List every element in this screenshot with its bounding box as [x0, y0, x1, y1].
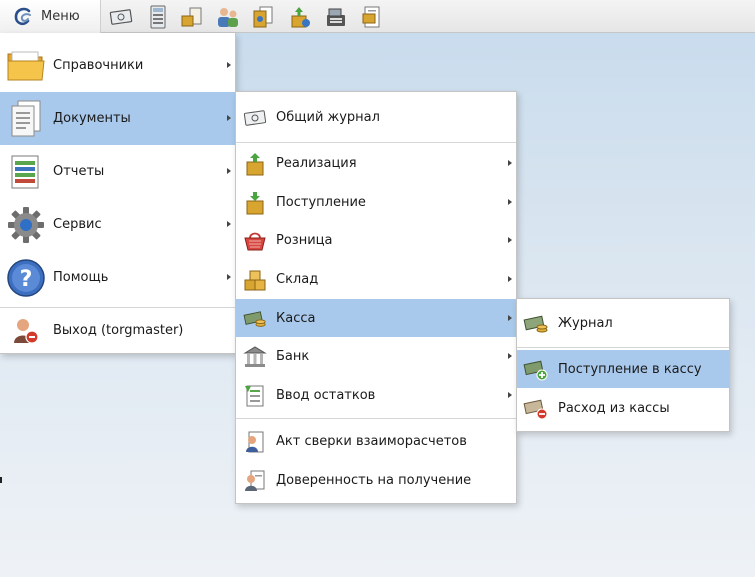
main-menu-panel: Справочники Документы Отчеты Сервис ? По…: [0, 33, 236, 354]
menu-item-label: Расход из кассы: [558, 400, 670, 416]
menu-item-cash-in[interactable]: Поступление в кассу: [517, 350, 729, 388]
submenu-arrow-icon: [227, 115, 231, 121]
power-of-attorney-icon: [243, 469, 267, 493]
receipt-box-icon: [243, 191, 267, 215]
menu-item-label: Помощь: [53, 270, 109, 285]
cash-submenu-panel: Журнал Поступление в кассу Расход из кас…: [516, 298, 730, 432]
menu-item-label: Реализация: [276, 155, 357, 171]
report-icon[interactable]: [359, 4, 385, 30]
basket-icon: [243, 229, 267, 253]
menu-item-documents[interactable]: Документы: [0, 92, 235, 145]
folder-icon: [5, 45, 47, 87]
submenu-arrow-icon: [508, 237, 512, 243]
menu-item-retail[interactable]: Розница: [236, 221, 516, 259]
menu-item-label: Склад: [276, 271, 319, 287]
menu-item-logout[interactable]: Выход (torgmaster): [0, 304, 235, 357]
menu-item-label: Отчеты: [53, 164, 105, 179]
menu-item-label: Справочники: [53, 58, 144, 73]
svg-text:?: ?: [20, 267, 33, 292]
submenu-arrow-icon: [508, 353, 512, 359]
goods-receipt-icon[interactable]: [179, 4, 205, 30]
menu-item-label: Общий журнал: [276, 109, 380, 125]
menu-item-label: Ввод остатков: [276, 387, 376, 403]
balance-input-icon: [243, 384, 267, 408]
logout-icon: [5, 310, 47, 352]
menu-item-power-of-attorney[interactable]: Доверенность на получение: [236, 461, 516, 499]
menu-item-label: Выход (torgmaster): [53, 323, 184, 338]
top-toolbar: Меню: [0, 0, 755, 33]
submenu-arrow-icon: [508, 160, 512, 166]
menu-item-label: Доверенность на получение: [276, 472, 472, 488]
menu-item-label: Поступление в кассу: [558, 361, 702, 377]
menu-item-reports[interactable]: Отчеты: [0, 145, 235, 198]
menu-item-cash-out[interactable]: Расход из кассы: [517, 389, 729, 427]
money-icon[interactable]: [108, 4, 134, 30]
documents-icon[interactable]: [250, 4, 276, 30]
menu-item-label: Банк: [276, 348, 310, 364]
menu-item-general-journal[interactable]: Общий журнал: [236, 98, 516, 136]
menu-item-sales[interactable]: Реализация: [236, 144, 516, 182]
reports-icon: [5, 151, 47, 193]
submenu-arrow-icon: [508, 276, 512, 282]
submenu-arrow-icon: [227, 221, 231, 227]
cash-in-icon: [523, 358, 549, 382]
documents-submenu-panel: Общий журнал Реализация Поступление Розн…: [235, 91, 517, 504]
menu-item-label: Касса: [276, 310, 316, 326]
goods-upload-icon[interactable]: [287, 4, 313, 30]
submenu-arrow-icon: [227, 274, 231, 280]
menu-item-help[interactable]: ? Помощь: [0, 251, 235, 304]
menu-item-label: Поступление: [276, 194, 366, 210]
cash-register-icon[interactable]: [323, 4, 349, 30]
menu-item-cash-journal[interactable]: Журнал: [517, 304, 729, 342]
journal-icon: [243, 106, 267, 130]
submenu-arrow-icon: [508, 315, 512, 321]
submenu-arrow-icon: [508, 199, 512, 205]
menu-item-label: Документы: [53, 111, 131, 126]
menu-item-opening-balances[interactable]: Ввод остатков: [236, 376, 516, 414]
app-logo-icon: [14, 7, 31, 25]
cash-icon: [243, 307, 267, 331]
menu-item-warehouse[interactable]: Склад: [236, 260, 516, 298]
menu-item-receipts[interactable]: Поступление: [236, 183, 516, 221]
menu-item-bank[interactable]: Банк: [236, 337, 516, 375]
calculator-icon[interactable]: [145, 4, 171, 30]
menu-item-service[interactable]: Сервис: [0, 198, 235, 251]
edge-mark: [0, 477, 2, 483]
help-icon: ?: [5, 257, 47, 299]
menu-item-reconciliation-act[interactable]: Акт сверки взаиморасчетов: [236, 422, 516, 460]
sale-box-icon: [243, 152, 267, 176]
reconciliation-icon: [243, 430, 267, 454]
menu-item-label: Журнал: [558, 315, 613, 331]
menu-item-label: Сервис: [53, 217, 102, 232]
submenu-arrow-icon: [227, 168, 231, 174]
submenu-arrow-icon: [508, 392, 512, 398]
menu-item-cash[interactable]: Касса: [236, 299, 516, 337]
cash-out-icon: [523, 397, 549, 421]
cash-journal-icon: [523, 312, 549, 336]
main-menu-label: Меню: [41, 9, 80, 24]
menu-separator: [236, 142, 516, 143]
bank-icon: [243, 345, 267, 369]
documents-icon: [5, 98, 47, 140]
menu-item-directories[interactable]: Справочники: [0, 39, 235, 92]
gear-icon: [5, 204, 47, 246]
menu-item-label: Розница: [276, 232, 333, 248]
menu-separator: [236, 418, 516, 419]
submenu-arrow-icon: [227, 62, 231, 68]
users-icon[interactable]: [215, 4, 241, 30]
menu-item-label: Акт сверки взаиморасчетов: [276, 433, 467, 449]
menu-separator: [517, 347, 729, 348]
main-menu-button[interactable]: Меню: [0, 0, 101, 33]
warehouse-boxes-icon: [243, 268, 267, 292]
